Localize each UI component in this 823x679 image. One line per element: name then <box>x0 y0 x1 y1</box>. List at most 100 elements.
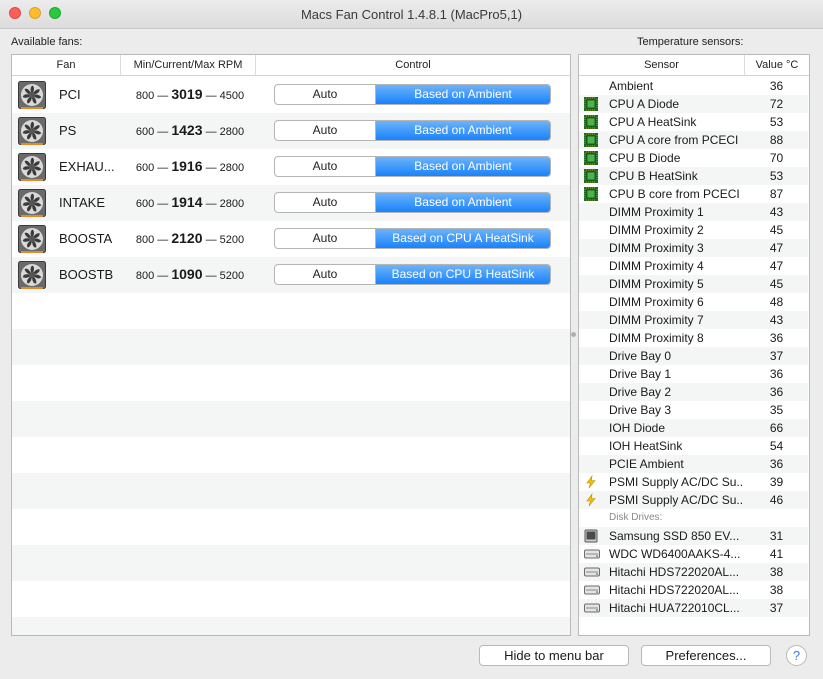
sensor-row: IOH Diode 66 <box>579 419 808 437</box>
window-title: Macs Fan Control 1.4.8.1 (MacPro5,1) <box>300 7 523 22</box>
rpm-dash: — <box>157 270 169 282</box>
sensor-row: PSMI Supply AC/DC Su... 46 <box>579 491 808 509</box>
sensor-value: 66 <box>769 421 784 435</box>
chip-icon <box>584 169 598 183</box>
chip-icon <box>584 133 598 147</box>
fan-name: EXHAU... <box>59 159 115 174</box>
sensor-name: DIMM Proximity 8 <box>609 331 704 345</box>
sensor-row: PCIE Ambient 36 <box>579 455 808 473</box>
sensor-name: PSMI Supply AC/DC Su... <box>609 493 744 507</box>
rpm-current: 1090 <box>171 266 203 282</box>
sensor-name: CPU A core from PCECI <box>609 133 739 147</box>
empty-row <box>12 545 570 581</box>
fan-control-segmented: Auto Based on CPU A HeatSink <box>274 228 551 249</box>
fan-control-segmented: Auto Based on Ambient <box>274 120 551 141</box>
sensors-section-label: Temperature sensors: <box>637 36 744 48</box>
rpm-dash: — <box>205 126 217 138</box>
column-header-sensor[interactable]: Sensor <box>579 55 745 75</box>
auto-control-button[interactable]: Auto <box>275 121 376 140</box>
custom-control-button[interactable]: Based on Ambient <box>376 157 550 176</box>
disk-sensor-row: Samsung SSD 850 EV... 31 <box>579 527 808 545</box>
sensor-value: 41 <box>769 547 784 561</box>
sensor-name: Hitachi HDS722020AL... <box>609 583 740 597</box>
custom-control-button[interactable]: Based on CPU A HeatSink <box>376 229 550 248</box>
column-header-rpm[interactable]: Min/Current/Max RPM <box>121 55 256 75</box>
rpm-dash: — <box>205 198 217 210</box>
custom-control-button[interactable]: Based on Ambient <box>376 85 550 104</box>
sensor-value: 46 <box>769 493 784 507</box>
rpm-current: 2120 <box>171 230 203 246</box>
rpm-min: 800 <box>135 270 155 282</box>
ssd-icon <box>584 529 598 543</box>
sensor-name: DIMM Proximity 2 <box>609 223 704 237</box>
rpm-dash: — <box>157 198 169 210</box>
sensor-row: CPU B HeatSink 53 <box>579 167 808 185</box>
rpm-dash: — <box>157 162 169 174</box>
fan-rpm: 800 — 1090 — 5200 <box>126 266 254 282</box>
auto-control-button[interactable]: Auto <box>275 157 376 176</box>
disk-sensor-row: Hitachi HDS722020AL... 38 <box>579 581 808 599</box>
sensor-value: 87 <box>769 187 784 201</box>
rpm-current: 1423 <box>171 122 203 138</box>
sensor-value: 88 <box>769 133 784 147</box>
rpm-max: 2800 <box>219 126 245 138</box>
auto-control-button[interactable]: Auto <box>275 265 376 284</box>
sensor-value: 36 <box>769 331 784 345</box>
fan-name: BOOSTA <box>59 231 113 246</box>
sensor-value: 53 <box>769 169 784 183</box>
split-view-handle[interactable] <box>571 332 576 337</box>
fans-section-label: Available fans: <box>11 36 83 48</box>
hdd-icon <box>584 547 600 561</box>
rpm-dash: — <box>205 162 217 174</box>
sensor-name: CPU A Diode <box>609 97 680 111</box>
hide-to-menu-bar-button[interactable]: Hide to menu bar <box>479 645 629 666</box>
rpm-min: 600 <box>135 126 155 138</box>
rpm-max: 2800 <box>219 162 245 174</box>
sensor-row: Drive Bay 1 36 <box>579 365 808 383</box>
sensor-value: 31 <box>769 529 784 543</box>
auto-control-button[interactable]: Auto <box>275 85 376 104</box>
auto-control-button[interactable]: Auto <box>275 193 376 212</box>
sensor-value: 36 <box>769 367 784 381</box>
sensor-name: DIMM Proximity 7 <box>609 313 704 327</box>
fan-row: EXHAU... 600 — 1916 — 2800 Auto Based on Am… <box>12 149 570 185</box>
preferences-button[interactable]: Preferences... <box>641 645 771 666</box>
fan-row: PS 600 — 1423 — 2800 Auto Based on Ambient <box>12 113 570 149</box>
sensor-row: DIMM Proximity 7 43 <box>579 311 808 329</box>
column-header-value[interactable]: Value °C <box>745 55 809 75</box>
fan-control-segmented: Auto Based on Ambient <box>274 84 551 105</box>
fan-control-segmented: Auto Based on CPU B HeatSink <box>274 264 551 285</box>
sensor-row: DIMM Proximity 6 48 <box>579 293 808 311</box>
fan-row: BOOSTA 800 — 2120 — 5200 Auto Based on CPU … <box>12 221 570 257</box>
column-header-fan[interactable]: Fan <box>12 55 121 75</box>
rpm-min: 600 <box>135 198 155 210</box>
app-window: Macs Fan Control 1.4.8.1 (MacPro5,1) Ava… <box>0 0 823 679</box>
sensor-value: 70 <box>769 151 784 165</box>
custom-control-button[interactable]: Based on Ambient <box>376 121 550 140</box>
column-header-control[interactable]: Control <box>256 55 570 75</box>
fan-name: PS <box>59 123 77 138</box>
fan-row: PCI 800 — 3019 — 4500 Auto Based on Ambient <box>12 77 570 113</box>
rpm-dash: — <box>157 126 169 138</box>
disk-sensor-row: Hitachi HUA722010CL... 37 <box>579 599 808 617</box>
sensor-value: 45 <box>769 223 784 237</box>
sensor-value: 43 <box>769 313 784 327</box>
title-bar: Macs Fan Control 1.4.8.1 (MacPro5,1) <box>0 0 823 29</box>
rpm-dash: — <box>205 234 217 246</box>
sensor-value: 37 <box>769 349 784 363</box>
custom-control-button[interactable]: Based on Ambient <box>376 193 550 212</box>
sensor-value: 54 <box>769 439 784 453</box>
sensor-value: 37 <box>769 601 784 615</box>
sensor-value: 38 <box>769 583 784 597</box>
empty-row <box>12 509 570 545</box>
rpm-min: 800 <box>135 90 155 102</box>
auto-control-button[interactable]: Auto <box>275 229 376 248</box>
rpm-current: 1916 <box>171 158 203 174</box>
custom-control-button[interactable]: Based on CPU B HeatSink <box>376 265 550 284</box>
sensor-name: Drive Bay 0 <box>609 349 672 363</box>
chip-icon <box>584 115 598 129</box>
lightning-icon <box>584 492 598 507</box>
help-button[interactable]: ? <box>786 645 807 666</box>
hdd-icon <box>584 583 600 597</box>
fan-name: PCI <box>59 87 81 102</box>
